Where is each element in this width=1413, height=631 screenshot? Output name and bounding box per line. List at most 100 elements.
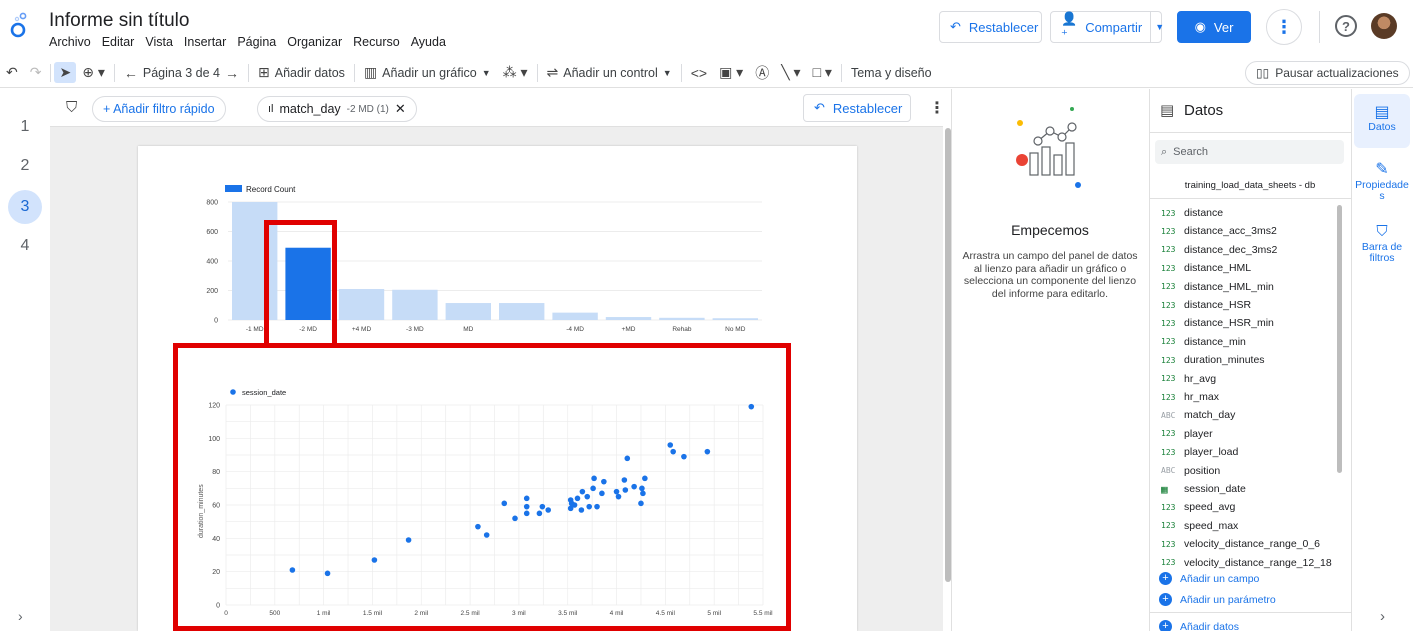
data-field-item[interactable]: 123 duration_minutes: [1161, 351, 1265, 369]
data-field-item[interactable]: 123 speed_max: [1161, 517, 1238, 535]
reset-icon: ↶: [814, 100, 825, 115]
data-table-icon: ▤: [1374, 104, 1390, 121]
data-field-item[interactable]: 123 distance_min: [1161, 333, 1246, 351]
menu-ayuda[interactable]: Ayuda: [411, 35, 446, 49]
pause-updates-button[interactable]: ▯▯ Pausar actualizaciones: [1245, 61, 1410, 85]
arrow-right-icon[interactable]: →: [225, 65, 239, 81]
bar-chart-icon: ıl: [268, 103, 274, 115]
divider: [1149, 612, 1351, 613]
page-nav-1[interactable]: 1: [8, 110, 42, 144]
y-tick-label: 800: [206, 200, 218, 207]
data-field-item[interactable]: 123 hr_max: [1161, 388, 1219, 406]
field-type-badge: 123: [1161, 226, 1176, 236]
data-field-item[interactable]: 123 distance_HSR_min: [1161, 314, 1274, 332]
chevron-down-icon[interactable]: ▼: [1150, 12, 1168, 42]
rail-datos-button[interactable]: ▤ Datos: [1354, 94, 1410, 148]
shape-icon[interactable]: □ ▾: [807, 64, 838, 81]
image-icon[interactable]: ▣ ▾: [713, 64, 749, 81]
add-control-button[interactable]: ⇌ Añadir un control ▼: [541, 64, 678, 81]
document-title[interactable]: Informe sin título: [49, 10, 189, 32]
add-parameter-link[interactable]: + Añadir un parámetro: [1159, 593, 1276, 606]
canvas-restablecer-button[interactable]: ↶ Restablecer: [803, 94, 911, 122]
bar[interactable]: [338, 289, 385, 320]
field-type-badge: ABC: [1161, 410, 1176, 420]
add-chart-button[interactable]: ▥ Añadir un gráfico ▼: [358, 64, 497, 81]
data-field-item[interactable]: 123 distance_HML_min: [1161, 278, 1274, 296]
menu-editar[interactable]: Editar: [102, 35, 135, 49]
fields-scrollbar[interactable]: [1337, 205, 1342, 473]
line-icon[interactable]: ╲ ▾: [775, 64, 806, 81]
filter-icon[interactable]: ⛉: [66, 99, 77, 116]
add-quick-filter-button[interactable]: + Añadir filtro rápido: [92, 96, 226, 122]
x-tick-label: -3 MD: [406, 326, 424, 333]
data-field-item[interactable]: 123 speed_avg: [1161, 498, 1235, 516]
data-source-name[interactable]: training_load_data_sheets - db: [1149, 180, 1351, 191]
redo-icon[interactable]: ↷: [24, 64, 48, 81]
data-field-item[interactable]: ABC match_day: [1161, 406, 1235, 424]
avatar[interactable]: [1371, 13, 1397, 39]
undo-icon[interactable]: ↶: [0, 64, 24, 81]
data-field-name: hr_avg: [1184, 372, 1217, 385]
menu-archivo[interactable]: Archivo: [49, 35, 91, 49]
menu-organizar[interactable]: Organizar: [287, 35, 342, 49]
rail-propiedades-button[interactable]: ✎ Propiedades: [1354, 156, 1410, 210]
data-field-item[interactable]: ABC position: [1161, 462, 1220, 480]
close-icon[interactable]: ✕: [395, 101, 406, 117]
field-type-badge: 123: [1161, 355, 1176, 365]
data-field-item[interactable]: 123 velocity_distance_range_12_18: [1161, 554, 1332, 572]
page-nav-3[interactable]: 3: [8, 190, 42, 224]
zoom-icon[interactable]: ⊕ ▾: [76, 64, 111, 81]
page-navigator[interactable]: ← Página 3 de 4 →: [118, 65, 245, 81]
menu-pagina[interactable]: Página: [237, 35, 276, 49]
bar[interactable]: [499, 303, 545, 320]
arrow-left-icon[interactable]: ←: [124, 65, 138, 81]
y-tick-label: 400: [206, 259, 218, 266]
restablecer-button[interactable]: ↶ Restablecer: [939, 11, 1042, 43]
more-vert-icon[interactable]: ⋮: [929, 98, 945, 118]
data-field-item[interactable]: 123 player_load: [1161, 443, 1238, 461]
text-icon[interactable]: Ⓐ: [749, 63, 775, 83]
page-nav-2[interactable]: 2: [8, 149, 42, 183]
data-field-name: distance_acc_3ms2: [1184, 225, 1277, 238]
theme-button[interactable]: Tema y diseño: [845, 66, 938, 80]
add-data-button[interactable]: ⊞ Añadir datos: [252, 64, 351, 81]
data-field-item[interactable]: 123 distance_HSR: [1161, 296, 1251, 314]
menu-insertar[interactable]: Insertar: [184, 35, 226, 49]
highlight-box-bar: [264, 220, 337, 348]
page-nav-4[interactable]: 4: [8, 229, 42, 263]
data-field-name: velocity_distance_range_0_6: [1184, 538, 1321, 551]
field-type-badge: 123: [1161, 374, 1176, 384]
bar[interactable]: [659, 317, 705, 320]
data-field-item[interactable]: 123 distance_acc_3ms2: [1161, 222, 1277, 240]
data-field-item[interactable]: 123 player: [1161, 425, 1213, 443]
expand-chevron-icon[interactable]: ›: [1380, 608, 1385, 625]
select-cursor-icon[interactable]: ➤: [54, 62, 77, 83]
menu-vista[interactable]: Vista: [145, 35, 173, 49]
data-field-item[interactable]: 123 distance_HML: [1161, 259, 1251, 277]
bar[interactable]: [712, 318, 758, 320]
menu-recurso[interactable]: Recurso: [353, 35, 400, 49]
bar[interactable]: [552, 312, 598, 320]
filter-chip-match-day[interactable]: ıl match_day -2 MD (1) ✕: [257, 96, 417, 122]
data-field-item[interactable]: 123 velocity_distance_range_0_6: [1161, 535, 1320, 553]
bar[interactable]: [392, 289, 438, 320]
bar[interactable]: [605, 317, 652, 320]
data-search-input[interactable]: ⌕ Search: [1155, 140, 1344, 164]
data-field-item[interactable]: 123 hr_avg: [1161, 370, 1216, 388]
data-field-item[interactable]: 123 distance_dec_3ms2: [1161, 241, 1277, 259]
data-field-item[interactable]: ▦ session_date: [1161, 480, 1246, 498]
community-viz-icon[interactable]: ⁂ ▾: [497, 64, 534, 81]
more-options-icon[interactable]: ⋮: [1266, 9, 1302, 45]
compartir-button[interactable]: 👤⁺ Compartir ▼: [1050, 11, 1164, 43]
code-embed-icon[interactable]: <>: [685, 65, 713, 81]
field-type-badge: 123: [1161, 558, 1176, 568]
help-icon[interactable]: ?: [1335, 15, 1357, 37]
data-field-item[interactable]: 123 distance: [1161, 204, 1223, 222]
x-tick-label: -4 MD: [566, 326, 584, 333]
add-data-link[interactable]: + Añadir datos: [1159, 620, 1239, 631]
rail-filtros-button[interactable]: ⛉ Barra de filtros: [1354, 218, 1410, 268]
bar[interactable]: [445, 303, 491, 320]
ver-button[interactable]: ◉ Ver: [1177, 11, 1251, 43]
add-field-link[interactable]: + Añadir un campo: [1159, 572, 1259, 585]
expand-chevron-icon[interactable]: ›: [18, 608, 23, 624]
